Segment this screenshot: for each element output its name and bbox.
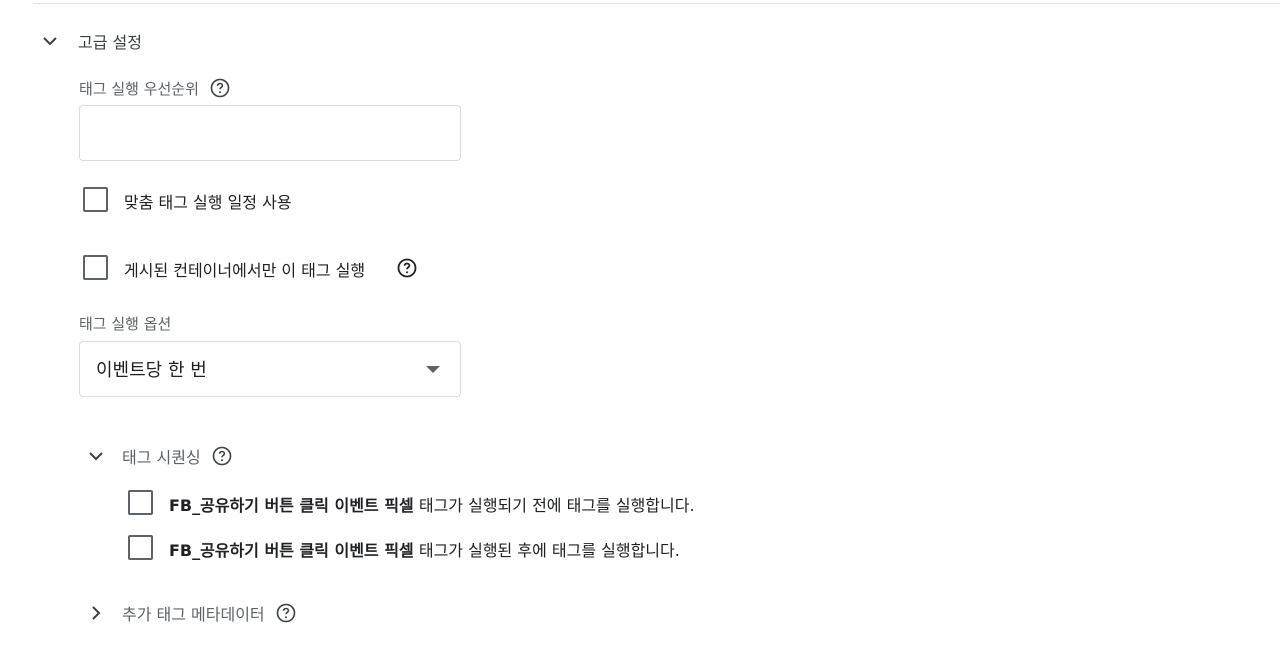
advanced-settings-title: 고급 설정 bbox=[78, 33, 142, 52]
help-circle-icon[interactable] bbox=[209, 77, 231, 99]
tag-metadata-header[interactable]: 추가 태그 메타데이터 bbox=[84, 601, 297, 625]
fire-before-checkbox[interactable] bbox=[128, 490, 153, 515]
help-circle-icon[interactable] bbox=[275, 602, 297, 624]
published-only-checkbox[interactable] bbox=[83, 255, 108, 280]
fire-before-text: 태그가 실행되기 전에 태그를 실행합니다. bbox=[413, 496, 695, 515]
fire-after-checkbox[interactable] bbox=[128, 535, 153, 560]
tag-sequencing-title: 태그 시퀀싱 bbox=[122, 448, 201, 467]
advanced-settings-header[interactable]: 고급 설정 bbox=[38, 28, 142, 54]
help-circle-icon[interactable] bbox=[396, 257, 418, 279]
setup-tag-name[interactable]: FB_공유하기 버튼 클릭 이벤트 픽셀 bbox=[169, 496, 414, 515]
fire-before-label: FB_공유하기 버튼 클릭 이벤트 픽셀 태그가 실행되기 전에 태그를 실행합… bbox=[169, 492, 695, 516]
section-divider bbox=[33, 3, 1280, 4]
firing-options-label: 태그 실행 옵션 bbox=[79, 315, 172, 333]
priority-label: 태그 실행 우선순위 bbox=[79, 79, 199, 98]
chevron-down-icon bbox=[84, 444, 108, 468]
chevron-down-icon bbox=[38, 29, 62, 53]
firing-options-select[interactable]: 이벤트당 한 번 bbox=[79, 341, 461, 397]
dropdown-arrow-icon bbox=[426, 365, 440, 373]
tag-sequencing-header[interactable]: 태그 시퀀싱 bbox=[84, 444, 233, 468]
published-only-label: 게시된 컨테이너에서만 이 태그 실행 bbox=[124, 261, 366, 280]
custom-schedule-checkbox[interactable] bbox=[83, 187, 108, 212]
custom-schedule-label: 맞춤 태그 실행 일정 사용 bbox=[124, 193, 292, 212]
cleanup-tag-name[interactable]: FB_공유하기 버튼 클릭 이벤트 픽셀 bbox=[169, 541, 414, 560]
chevron-right-icon bbox=[84, 601, 108, 625]
priority-input[interactable] bbox=[79, 105, 461, 161]
tag-metadata-title: 추가 태그 메타데이터 bbox=[122, 605, 265, 624]
priority-label-row: 태그 실행 우선순위 bbox=[79, 77, 231, 99]
firing-options-value: 이벤트당 한 번 bbox=[96, 360, 207, 381]
help-circle-icon[interactable] bbox=[211, 445, 233, 467]
fire-after-text: 태그가 실행된 후에 태그를 실행합니다. bbox=[413, 541, 680, 560]
fire-after-label: FB_공유하기 버튼 클릭 이벤트 픽셀 태그가 실행된 후에 태그를 실행합니… bbox=[169, 537, 680, 561]
